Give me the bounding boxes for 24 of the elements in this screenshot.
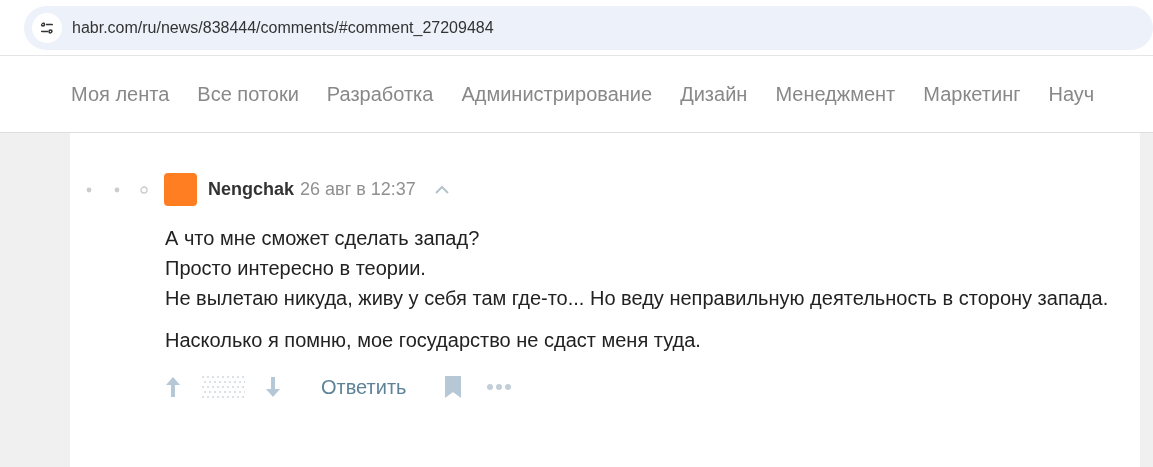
- author-name[interactable]: Nengchak: [208, 176, 295, 203]
- arrow-up-icon[interactable]: [165, 376, 181, 398]
- nav-link[interactable]: Моя лента: [71, 79, 170, 109]
- comment-time[interactable]: 26 авг в 12:37: [300, 176, 416, 203]
- nav-link[interactable]: Дизайн: [680, 79, 748, 109]
- chevron-up-icon[interactable]: [433, 184, 450, 195]
- nav-link[interactable]: Все потоки: [197, 79, 299, 109]
- url-text[interactable]: habr.com/ru/news/838444/comments/#comment_27209484: [72, 15, 494, 40]
- comment-text: Насколько я помню, мое государство не сдаст меня туда.: [165, 328, 702, 353]
- thread-depth-icon: [84, 184, 150, 195]
- nav-link[interactable]: Администрирование: [461, 79, 653, 109]
- address-bar[interactable]: habr.com/ru/news/838444/comments/#comment_27209484: [24, 5, 1153, 50]
- nav-link[interactable]: Разработка: [326, 79, 434, 109]
- arrow-down-icon[interactable]: [265, 376, 281, 398]
- nav-link[interactable]: Менеджмент: [775, 79, 896, 109]
- more-icon[interactable]: [486, 384, 511, 390]
- comment-text: А что мне сможет сделать запад? Просто интересно в теории. Не вылетаю никуда, живу у себя там где-то... Но веду неправильную деятельность в сторону запада.: [165, 226, 1110, 311]
- nav-link[interactable]: Маркетинг: [923, 79, 1021, 109]
- site-settings-icon[interactable]: [32, 12, 62, 43]
- user-avatar[interactable]: [164, 173, 197, 206]
- hidden-score-icon: [201, 375, 245, 399]
- reply-link[interactable]: Ответить: [321, 372, 407, 402]
- nav-link[interactable]: Науч: [1048, 79, 1095, 109]
- bookmark-icon[interactable]: [444, 376, 461, 398]
